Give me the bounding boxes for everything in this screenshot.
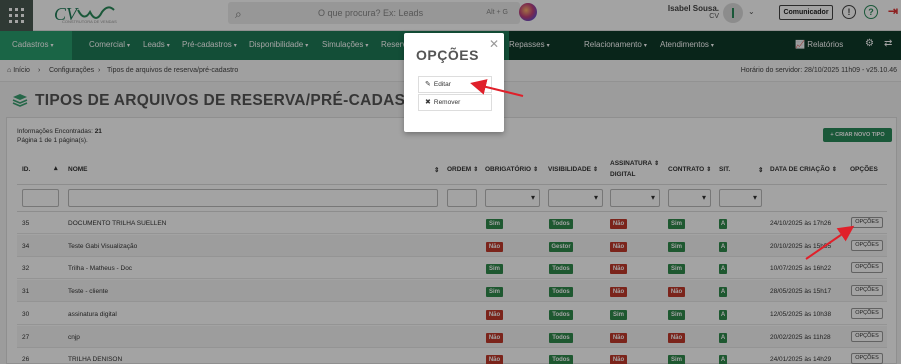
edit-icon: ✎ (425, 81, 431, 88)
close-icon[interactable]: ✕ (489, 37, 499, 51)
edit-option-button[interactable]: ✎ Editar (418, 76, 492, 93)
remove-option-button[interactable]: ✖ Remover (418, 94, 492, 111)
remove-icon: ✖ (425, 99, 431, 106)
options-modal: OPÇÕES ✕ ✎ Editar ✖ Remover (404, 33, 504, 132)
modal-title: OPÇÕES (416, 47, 479, 63)
